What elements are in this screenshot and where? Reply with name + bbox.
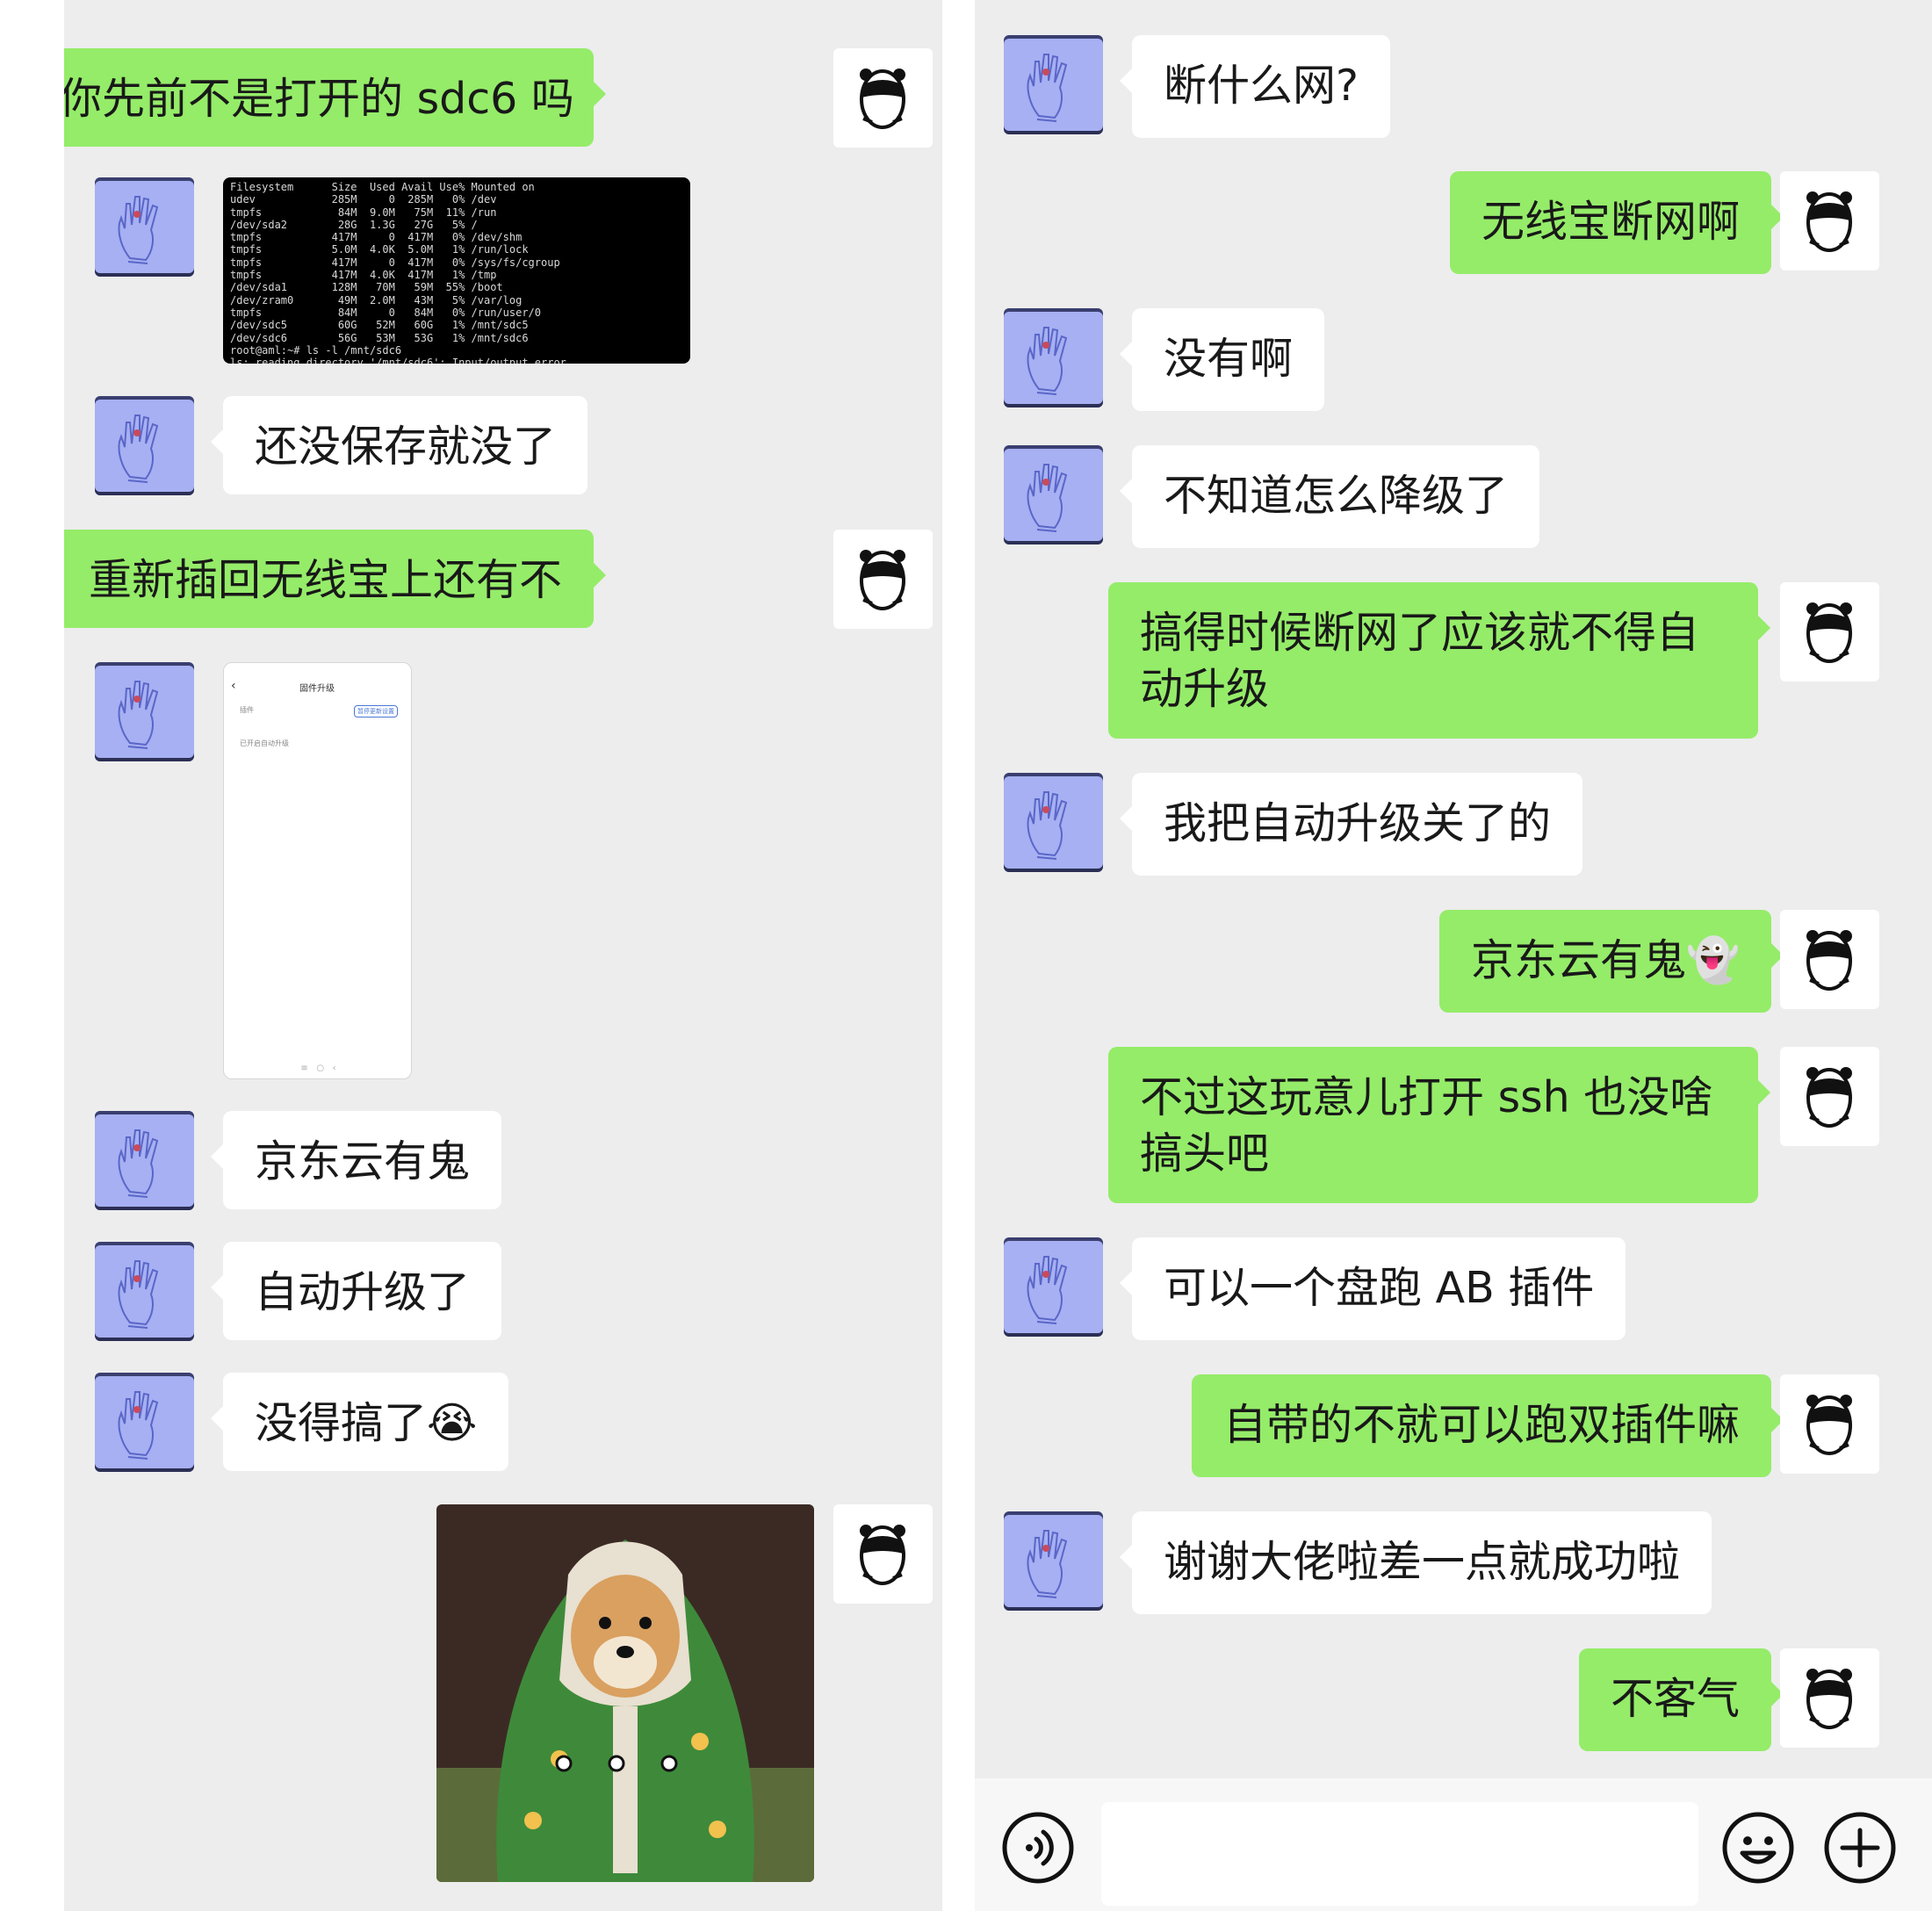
message-bubble-outgoing[interactable]: 京东云有鬼👻 — [1438, 910, 1784, 1013]
message-bubble-incoming[interactable]: 谢谢大佬啦差一点就成功啦 — [1119, 1511, 1712, 1614]
self-avatar[interactable] — [1780, 171, 1879, 270]
panda-icon — [1780, 1047, 1879, 1146]
message-bubble-incoming[interactable]: 没有啊 — [1119, 308, 1325, 411]
hand-icon — [95, 1373, 194, 1472]
message-bubble-incoming[interactable]: 京东云有鬼 — [210, 1111, 502, 1209]
terminal-line: /dev/sdc5 60G 52M 60G 1% /mnt/sdc5 — [230, 319, 529, 332]
voice-icon[interactable] — [1001, 1811, 1075, 1885]
contact-avatar[interactable] — [95, 1373, 194, 1472]
self-avatar[interactable] — [1780, 1047, 1879, 1146]
hand-icon — [95, 662, 194, 761]
panda-icon — [1780, 1374, 1879, 1474]
terminal-line: tmpfs 5.0M 4.0K 5.0M 1% /run/lock — [230, 243, 529, 256]
terminal-line: tmpfs 417M 0 417M 0% /dev/shm — [230, 231, 523, 244]
message-bubble-outgoing[interactable]: 你先前不是打开的 sdc6 吗 — [64, 48, 606, 147]
panda-icon — [833, 48, 933, 148]
terminal-line: tmpfs 417M 0 417M 0% /sys/fs/cgroup — [230, 256, 560, 269]
terminal-line: /dev/sdc6 56G 53M 53G 1% /mnt/sdc6 — [230, 331, 529, 344]
terminal-line: /dev/zram0 49M 2.0M 43M 5% /var/log — [230, 293, 523, 306]
contact-avatar[interactable] — [1004, 1237, 1103, 1337]
self-avatar[interactable] — [1780, 1648, 1879, 1748]
message-bubble-incoming[interactable]: 我把自动升级关了的 — [1119, 773, 1583, 876]
hand-icon — [1004, 1237, 1103, 1337]
self-avatar[interactable] — [1780, 910, 1879, 1009]
right-chat-pane: 断什么网? 无线宝断网啊 没有啊 不知道怎么降级了 搞得时候断网了应该就不得自动… — [975, 0, 1932, 1911]
message-bubble-incoming[interactable]: 没得搞了😭 — [210, 1373, 509, 1471]
hand-icon — [95, 177, 194, 277]
panda-icon — [833, 530, 933, 629]
panda-icon — [1780, 582, 1879, 681]
hand-icon — [1004, 308, 1103, 407]
terminal-line: udev 285M 0 285M 0% /dev — [230, 193, 497, 206]
contact-avatar[interactable] — [1004, 773, 1103, 872]
panda-icon — [1780, 910, 1879, 1009]
self-avatar[interactable] — [1780, 582, 1879, 681]
contact-avatar[interactable] — [95, 1111, 194, 1210]
hand-icon — [95, 1111, 194, 1210]
hand-icon — [1004, 773, 1103, 872]
contact-avatar[interactable] — [1004, 35, 1103, 134]
contact-avatar[interactable] — [1004, 1511, 1103, 1611]
emoji-icon[interactable] — [1721, 1811, 1795, 1885]
hand-icon — [1004, 1511, 1103, 1611]
phone-back-icon: ‹ — [231, 679, 236, 693]
terminal-line: tmpfs 84M 9.0M 75M 11% /run — [230, 206, 497, 219]
contact-avatar[interactable] — [95, 1242, 194, 1341]
phone-nav-bar: ≡ ○ ‹ — [300, 1064, 336, 1073]
terminal-line: tmpfs 417M 4.0K 417M 1% /tmp — [230, 269, 497, 282]
phone-screenshot-image[interactable]: ‹ 固件升级 插件 暂停更新设置 已开启自动升级 ≡ ○ ‹ — [223, 662, 412, 1079]
hand-icon — [1004, 35, 1103, 134]
terminal-screenshot-image[interactable]: Filesystem Size Used Avail Use% Mounted … — [223, 177, 690, 364]
self-avatar[interactable] — [833, 1504, 933, 1604]
phone-item-label: 已开启自动升级 — [240, 739, 289, 747]
message-bubble-incoming[interactable]: 还没保存就没了 — [210, 396, 588, 494]
contact-avatar[interactable] — [1004, 308, 1103, 407]
phone-item-badge: 暂停更新设置 — [354, 705, 398, 718]
shiba-blanket-sticker[interactable] — [436, 1504, 814, 1882]
terminal-line: tmpfs 84M 0 84M 0% /run/user/0 — [230, 306, 542, 319]
message-bubble-outgoing[interactable]: 不过这玩意儿打开 ssh 也没啥搞头吧 — [1108, 1047, 1770, 1203]
message-bubble-incoming[interactable]: 自动升级了 — [210, 1242, 502, 1340]
self-avatar[interactable] — [833, 530, 933, 629]
contact-avatar[interactable] — [1004, 445, 1103, 544]
message-bubble-incoming[interactable]: 不知道怎么降级了 — [1119, 445, 1540, 548]
terminal-line: /dev/sda1 128M 70M 59M 55% /boot — [230, 281, 503, 294]
terminal-line: /dev/sda2 28G 1.3G 27G 5% / — [230, 218, 478, 231]
chat-input-bar — [975, 1778, 1932, 1911]
phone-item-label: 插件 — [240, 706, 254, 714]
left-chat-pane: 你先前不是打开的 sdc6 吗 Filesystem Size Used Ava… — [64, 0, 942, 1911]
message-bubble-incoming[interactable]: 断什么网? — [1119, 35, 1391, 138]
contact-avatar[interactable] — [95, 662, 194, 761]
dog-sticker-icon — [436, 1504, 814, 1882]
self-avatar[interactable] — [833, 48, 933, 148]
phone-title: 固件升级 — [299, 684, 335, 694]
message-bubble-outgoing[interactable]: 重新插回无线宝上还有不 — [64, 530, 607, 628]
contact-avatar[interactable] — [95, 177, 194, 277]
plus-icon[interactable] — [1823, 1811, 1897, 1885]
panda-icon — [1780, 1648, 1879, 1748]
contact-avatar[interactable] — [95, 396, 194, 495]
message-bubble-outgoing[interactable]: 搞得时候断网了应该就不得自动升级 — [1108, 582, 1770, 739]
hand-icon — [95, 1242, 194, 1341]
message-bubble-outgoing[interactable]: 不客气 — [1578, 1648, 1784, 1751]
message-bubble-outgoing[interactable]: 自带的不就可以跑双插件嘛 — [1191, 1374, 1784, 1477]
hand-icon — [95, 396, 194, 495]
panda-icon — [1780, 171, 1879, 270]
message-bubble-outgoing[interactable]: 无线宝断网啊 — [1449, 171, 1784, 274]
terminal-line: Filesystem Size Used Avail Use% Mounted … — [230, 181, 535, 193]
panda-icon — [833, 1504, 933, 1604]
hand-icon — [1004, 445, 1103, 544]
self-avatar[interactable] — [1780, 1374, 1879, 1474]
terminal-line: ls: reading directory '/mnt/sdc6': Input… — [230, 357, 566, 364]
terminal-line: root@aml:~# ls -l /mnt/sdc6 — [230, 343, 402, 357]
message-bubble-incoming[interactable]: 可以一个盘跑 AB 插件 — [1119, 1237, 1626, 1340]
message-input[interactable] — [1101, 1802, 1698, 1906]
